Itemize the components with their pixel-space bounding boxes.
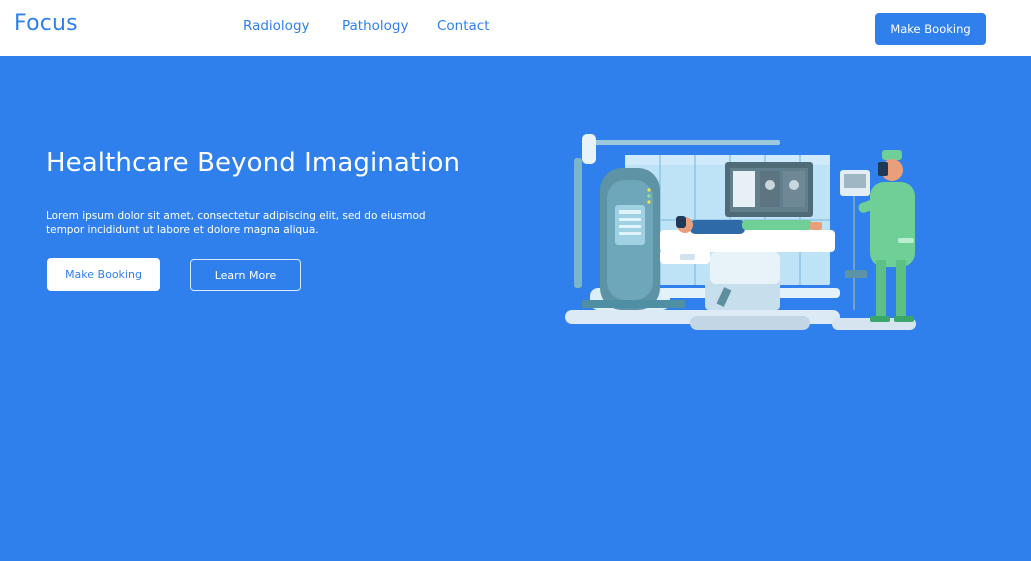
nav-link-pathology[interactable]: Pathology <box>342 18 409 34</box>
ceiling-mount <box>582 134 596 164</box>
nav-link-radiology[interactable]: Radiology <box>243 18 310 34</box>
machine-arm <box>574 158 582 288</box>
iv-stand <box>840 170 870 310</box>
medical-scan-illustration <box>565 134 916 330</box>
hero-learn-more-button[interactable]: Learn More <box>190 259 301 291</box>
top-navbar: Focus Radiology Pathology Contact Make B… <box>0 0 1031 56</box>
floor-shadow <box>690 316 810 330</box>
hero-description: Lorem ipsum dolor sit amet, consectetur … <box>46 210 426 236</box>
hero-title: Healthcare Beyond Imagination <box>46 148 461 178</box>
header-make-booking-button[interactable]: Make Booking <box>875 13 986 45</box>
hero-make-booking-button[interactable]: Make Booking <box>47 258 160 291</box>
nav-link-contact[interactable]: Contact <box>437 18 490 34</box>
hero-section: Healthcare Beyond Imagination Lorem ipsu… <box>0 56 1031 561</box>
xray-monitor <box>725 162 813 217</box>
ceiling-rail <box>590 140 780 145</box>
brand-logo[interactable]: Focus <box>14 11 78 36</box>
